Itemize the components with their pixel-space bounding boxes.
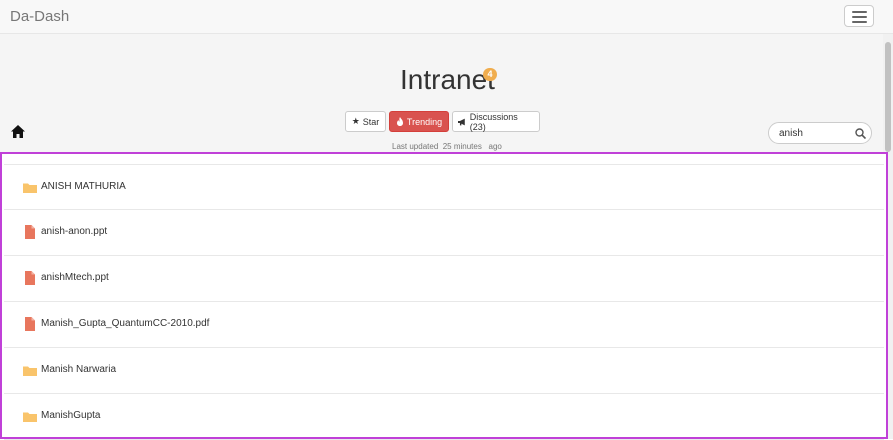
- file-row[interactable]: Manish Narwaria: [4, 348, 884, 394]
- file-row[interactable]: ManishGupta: [4, 394, 884, 440]
- file-icon: [25, 317, 35, 331]
- star-button[interactable]: ★ Star: [345, 111, 386, 132]
- repo-header: Intranet 4 ★ Star Trending Discussions (…: [0, 34, 883, 152]
- home-icon[interactable]: [11, 125, 25, 138]
- navbar: Da-Dash: [0, 0, 893, 34]
- file-name[interactable]: Manish_Gupta_QuantumCC-2010.pdf: [41, 318, 209, 329]
- file-row[interactable]: Manish_Gupta_QuantumCC-2010.pdf: [4, 302, 884, 348]
- discussions-button-label: Discussions (23): [469, 111, 518, 132]
- file-row[interactable]: anish-anon.ppt: [4, 210, 884, 256]
- page-title: Intranet: [400, 64, 495, 95]
- file-row[interactable]: ANISH MATHURIA: [4, 164, 884, 210]
- discussions-button[interactable]: Discussions (23): [452, 111, 540, 132]
- last-updated-text: Last updated 25 minutes ago: [392, 142, 502, 151]
- file-name[interactable]: anishMtech.ppt: [41, 272, 109, 283]
- trending-button[interactable]: Trending: [389, 111, 449, 132]
- menu-icon-bar: [852, 21, 867, 23]
- folder-icon: [23, 366, 37, 376]
- folder-icon: [23, 412, 37, 422]
- star-button-label: Star: [362, 116, 380, 127]
- file-icon: [25, 271, 35, 285]
- search-icon[interactable]: [855, 128, 866, 139]
- file-name[interactable]: Manish Narwaria: [41, 364, 116, 375]
- file-name[interactable]: anish-anon.ppt: [41, 226, 107, 237]
- megaphone-icon: [458, 118, 465, 125]
- file-list: ANISH MATHURIA anish-anon.ppt anishMtech.p…: [0, 152, 888, 440]
- search-input[interactable]: [779, 126, 849, 140]
- file-name[interactable]: ManishGupta: [41, 410, 100, 421]
- notification-badge: 4: [483, 68, 497, 81]
- menu-toggle-button[interactable]: [844, 5, 874, 27]
- fire-icon: [396, 117, 403, 126]
- file-icon: [25, 225, 35, 239]
- brand-link[interactable]: Da-Dash: [10, 8, 69, 25]
- file-row[interactable]: anishMtech.ppt: [4, 256, 884, 302]
- trending-button-label: Trending: [406, 116, 443, 127]
- search-box: [768, 122, 872, 144]
- file-name[interactable]: ANISH MATHURIA: [41, 181, 126, 192]
- scrollbar-thumb[interactable]: [885, 42, 891, 152]
- menu-icon: [852, 11, 867, 13]
- folder-icon: [23, 183, 37, 193]
- star-icon: ★: [351, 116, 360, 126]
- menu-icon-bar: [852, 16, 867, 18]
